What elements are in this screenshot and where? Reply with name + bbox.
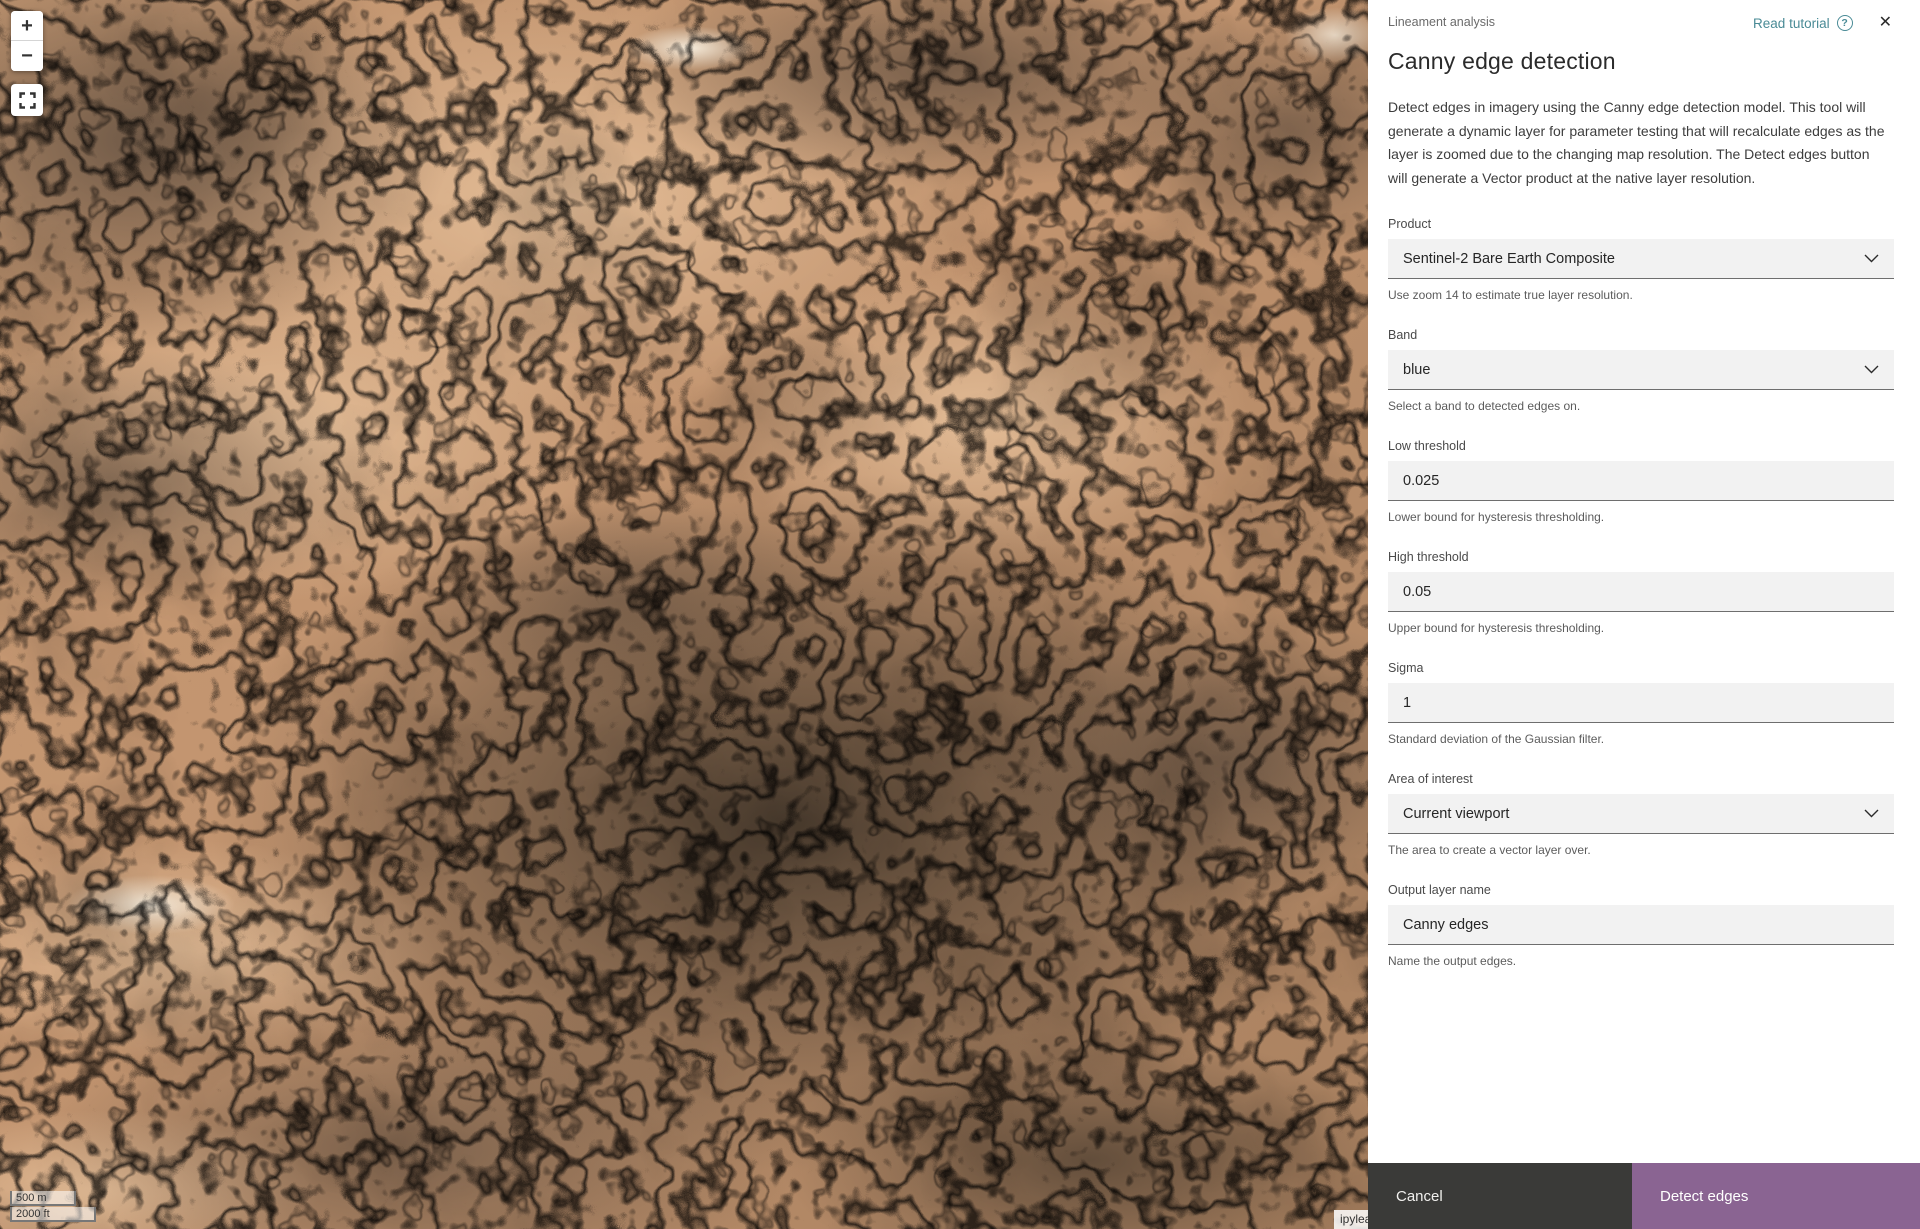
high-threshold-helper: Upper bound for hysteresis thresholding. — [1388, 621, 1894, 635]
help-icon: ? — [1837, 15, 1853, 31]
map-attribution: ipyleaflet — [1334, 1210, 1368, 1229]
band-value: blue — [1403, 362, 1430, 378]
form: Product Sentinel-2 Bare Earth Composite … — [1388, 217, 1894, 968]
close-button[interactable]: ✕ — [1877, 13, 1894, 33]
scale-metric: 500 m — [10, 1191, 76, 1206]
field-area-of-interest: Area of interest Current viewport The ar… — [1388, 772, 1894, 857]
output-layer-name-helper: Name the output edges. — [1388, 954, 1894, 968]
field-band: Band blue Select a band to detected edge… — [1388, 328, 1894, 413]
read-tutorial-link[interactable]: Read tutorial ? — [1753, 15, 1853, 31]
low-threshold-helper: Lower bound for hysteresis thresholding. — [1388, 510, 1894, 524]
zoom-in-button[interactable]: + — [11, 11, 43, 41]
cancel-button[interactable]: Cancel — [1368, 1163, 1632, 1229]
area-of-interest-label: Area of interest — [1388, 772, 1894, 786]
chevron-down-icon — [1864, 254, 1879, 263]
chevron-down-icon — [1864, 365, 1879, 374]
product-helper: Use zoom 14 to estimate true layer resol… — [1388, 288, 1894, 302]
map-canvas[interactable]: + − 500 m 2000 ft ipyleaflet — [0, 0, 1368, 1229]
low-threshold-label: Low threshold — [1388, 439, 1894, 453]
read-tutorial-label: Read tutorial — [1753, 16, 1830, 31]
tool-panel: Lineament analysis Read tutorial ? ✕ Can… — [1368, 0, 1920, 1229]
scale-imperial: 2000 ft — [10, 1207, 96, 1222]
product-select[interactable]: Sentinel-2 Bare Earth Composite — [1388, 239, 1894, 279]
field-high-threshold: High threshold Upper bound for hysteresi… — [1388, 550, 1894, 635]
high-threshold-input[interactable] — [1388, 572, 1894, 612]
field-product: Product Sentinel-2 Bare Earth Composite … — [1388, 217, 1894, 302]
detect-edges-button[interactable]: Detect edges — [1632, 1163, 1920, 1229]
tool-description: Detect edges in imagery using the Canny … — [1388, 96, 1894, 190]
breadcrumb: Lineament analysis — [1388, 13, 1495, 29]
product-value: Sentinel-2 Bare Earth Composite — [1403, 251, 1615, 267]
area-of-interest-helper: The area to create a vector layer over. — [1388, 843, 1894, 857]
output-layer-name-input[interactable] — [1388, 905, 1894, 945]
zoom-control: + − — [11, 11, 43, 71]
scale-control: 500 m 2000 ft — [10, 1191, 96, 1222]
product-label: Product — [1388, 217, 1894, 231]
sigma-input[interactable] — [1388, 683, 1894, 723]
sigma-label: Sigma — [1388, 661, 1894, 675]
band-label: Band — [1388, 328, 1894, 342]
app-window: + − 500 m 2000 ft ipyleaflet Lineament a… — [0, 0, 1920, 1229]
band-helper: Select a band to detected edges on. — [1388, 399, 1894, 413]
chevron-down-icon — [1864, 809, 1879, 818]
panel-header: Lineament analysis Read tutorial ? ✕ — [1388, 13, 1894, 33]
zoom-out-button[interactable]: − — [11, 41, 43, 71]
area-of-interest-value: Current viewport — [1403, 806, 1509, 822]
high-threshold-label: High threshold — [1388, 550, 1894, 564]
field-output-layer-name: Output layer name Name the output edges. — [1388, 883, 1894, 968]
page-title: Canny edge detection — [1388, 48, 1894, 75]
area-of-interest-select[interactable]: Current viewport — [1388, 794, 1894, 834]
fullscreen-icon — [19, 92, 36, 109]
field-sigma: Sigma Standard deviation of the Gaussian… — [1388, 661, 1894, 746]
sigma-helper: Standard deviation of the Gaussian filte… — [1388, 732, 1894, 746]
low-threshold-input[interactable] — [1388, 461, 1894, 501]
field-low-threshold: Low threshold Lower bound for hysteresis… — [1388, 439, 1894, 524]
output-layer-name-label: Output layer name — [1388, 883, 1894, 897]
panel-footer: Cancel Detect edges — [1368, 1163, 1920, 1229]
terrain-imagery — [0, 0, 1368, 1229]
fullscreen-button[interactable] — [11, 84, 43, 116]
band-select[interactable]: blue — [1388, 350, 1894, 390]
